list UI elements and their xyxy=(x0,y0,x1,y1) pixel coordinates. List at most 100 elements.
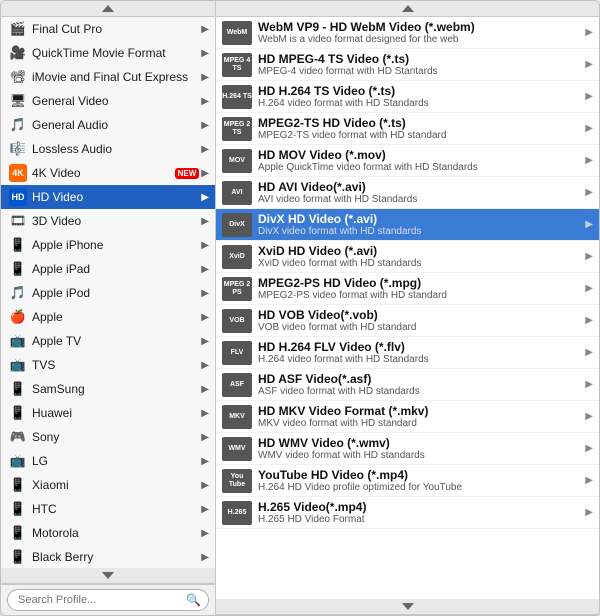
search-input[interactable] xyxy=(7,589,209,611)
right-item-subtitle-wmv: WMV video format with HD standards xyxy=(258,450,582,461)
right-item-subtitle-h265: H.265 HD Video Format xyxy=(258,514,582,525)
arrow-icon-huawei: ▶ xyxy=(201,408,209,419)
left-item-general-video[interactable]: 🖥General Video▶ xyxy=(1,89,215,113)
left-item-label-imovie: iMovie and Final Cut Express xyxy=(32,70,199,84)
arrow-icon-motorola: ▶ xyxy=(201,528,209,539)
thumb-flv: FLV xyxy=(222,341,252,365)
left-item-apple[interactable]: 🍎Apple▶ xyxy=(1,305,215,329)
left-item-label-lg: LG xyxy=(32,454,199,468)
item-icon-tvs: 📺 xyxy=(9,356,27,374)
thumb-mpeg4-ts: MPEG 4 TS xyxy=(222,53,252,77)
arrow-icon-wmv: ▶ xyxy=(585,443,593,454)
item-icon-lossless-audio: 🎼 xyxy=(9,140,27,158)
left-item-hd-video[interactable]: HDHD Video▶ xyxy=(1,185,215,209)
right-item-mov[interactable]: MOVHD MOV Video (*.mov)Apple QuickTime v… xyxy=(216,145,599,177)
arrow-icon-xiaomi: ▶ xyxy=(201,480,209,491)
left-item-samsung[interactable]: 📱SamSung▶ xyxy=(1,377,215,401)
left-item-apple-ipod[interactable]: 🎵Apple iPod▶ xyxy=(1,281,215,305)
left-item-imovie[interactable]: 📽iMovie and Final Cut Express▶ xyxy=(1,65,215,89)
arrow-icon-apple-iphone: ▶ xyxy=(201,240,209,251)
right-item-title-h265: H.265 Video(*.mp4) xyxy=(258,500,582,514)
right-panel-up-button[interactable] xyxy=(216,1,599,17)
right-item-xvid[interactable]: XviDXviD HD Video (*.avi)XviD video form… xyxy=(216,241,599,273)
left-item-3d-video[interactable]: 🎞3D Video▶ xyxy=(1,209,215,233)
right-item-h265[interactable]: H.265H.265 Video(*.mp4)H.265 HD Video Fo… xyxy=(216,497,599,529)
right-item-title-mpeg4-ts: HD MPEG-4 TS Video (*.ts) xyxy=(258,52,582,66)
left-item-apple-iphone[interactable]: 📱Apple iPhone▶ xyxy=(1,233,215,257)
thumb-vob: VOB xyxy=(222,309,252,333)
left-item-label-apple-ipod: Apple iPod xyxy=(32,286,199,300)
left-item-lossless-audio[interactable]: 🎼Lossless Audio▶ xyxy=(1,137,215,161)
right-item-mkv[interactable]: MKVHD MKV Video Format (*.mkv)MKV video … xyxy=(216,401,599,433)
left-item-xiaomi[interactable]: 📱Xiaomi▶ xyxy=(1,473,215,497)
left-item-htc[interactable]: 📱HTC▶ xyxy=(1,497,215,521)
item-icon-final-cut-pro: 🎬 xyxy=(9,20,27,38)
arrow-icon-mov: ▶ xyxy=(585,155,593,166)
arrow-icon-general-video: ▶ xyxy=(201,96,209,107)
item-icon-apple-tv: 📺 xyxy=(9,332,27,350)
left-item-4k-video[interactable]: 4K4K VideoNEW▶ xyxy=(1,161,215,185)
item-icon-lg: 📺 xyxy=(9,452,27,470)
left-item-label-final-cut-pro: Final Cut Pro xyxy=(32,22,199,36)
left-item-label-hd-video: HD Video xyxy=(32,190,199,204)
left-item-apple-ipad[interactable]: 📱Apple iPad▶ xyxy=(1,257,215,281)
arrow-icon-lg: ▶ xyxy=(201,456,209,467)
left-item-quicktime[interactable]: 🎥QuickTime Movie Format▶ xyxy=(1,41,215,65)
item-icon-4k-video: 4K xyxy=(9,164,27,182)
arrow-icon-hd-video: ▶ xyxy=(201,192,209,203)
left-item-label-samsung: SamSung xyxy=(32,382,199,396)
right-item-avi[interactable]: AVIHD AVI Video(*.avi)AVI video format w… xyxy=(216,177,599,209)
left-item-tvs[interactable]: 📺TVS▶ xyxy=(1,353,215,377)
right-panel-down-button[interactable] xyxy=(216,599,599,615)
item-icon-general-audio: 🎵 xyxy=(9,116,27,134)
arrow-icon-webm: ▶ xyxy=(585,27,593,38)
right-item-asf[interactable]: ASFHD ASF Video(*.asf)ASF video format w… xyxy=(216,369,599,401)
thumb-xvid: XviD xyxy=(222,245,252,269)
arrow-icon-youtube: ▶ xyxy=(585,475,593,486)
left-panel-down-button[interactable] xyxy=(1,568,215,584)
right-item-vob[interactable]: VOBHD VOB Video(*.vob)VOB video format w… xyxy=(216,305,599,337)
right-item-subtitle-asf: ASF video format with HD standards xyxy=(258,386,582,397)
arrow-icon-imovie: ▶ xyxy=(201,72,209,83)
right-item-subtitle-vob: VOB video format with HD standard xyxy=(258,322,582,333)
left-item-huawei[interactable]: 📱Huawei▶ xyxy=(1,401,215,425)
right-item-subtitle-webm: WebM is a video format designed for the … xyxy=(258,34,582,45)
thumb-mpeg2-ps: MPEG 2 PS xyxy=(222,277,252,301)
arrow-icon-mpeg2-ps: ▶ xyxy=(585,283,593,294)
right-item-title-mpeg2-ts: MPEG2-TS HD Video (*.ts) xyxy=(258,116,582,130)
right-item-subtitle-avi: AVI video format with HD Standards xyxy=(258,194,582,205)
right-item-wmv[interactable]: WMVHD WMV Video (*.wmv)WMV video format … xyxy=(216,433,599,465)
item-icon-apple-ipod: 🎵 xyxy=(9,284,27,302)
left-item-sony[interactable]: 🎮Sony▶ xyxy=(1,425,215,449)
left-item-lg[interactable]: 📺 LG▶ xyxy=(1,449,215,473)
arrow-icon-divx: ▶ xyxy=(585,219,593,230)
item-icon-apple-ipad: 📱 xyxy=(9,260,27,278)
item-icon-general-video: 🖥 xyxy=(9,92,27,110)
arrow-icon-h264-ts: ▶ xyxy=(585,91,593,102)
right-item-webm[interactable]: WebMWebM VP9 - HD WebM Video (*.webm)Web… xyxy=(216,17,599,49)
right-item-title-flv: HD H.264 FLV Video (*.flv) xyxy=(258,340,582,354)
thumb-h264-ts: H.264 TS xyxy=(222,85,252,109)
left-panel-up-button[interactable] xyxy=(1,1,215,17)
arrow-icon-samsung: ▶ xyxy=(201,384,209,395)
right-item-subtitle-flv: H.264 video format with HD Standards xyxy=(258,354,582,365)
thumb-wmv: WMV xyxy=(222,437,252,461)
left-item-apple-tv[interactable]: 📺Apple TV▶ xyxy=(1,329,215,353)
right-item-mpeg2-ts[interactable]: MPEG 2 TSMPEG2-TS HD Video (*.ts)MPEG2-T… xyxy=(216,113,599,145)
left-item-motorola[interactable]: 📱Motorola▶ xyxy=(1,521,215,545)
right-item-youtube[interactable]: You TubeYouTube HD Video (*.mp4)H.264 HD… xyxy=(216,465,599,497)
left-item-general-audio[interactable]: 🎵General Audio▶ xyxy=(1,113,215,137)
right-item-mpeg2-ps[interactable]: MPEG 2 PSMPEG2-PS HD Video (*.mpg)MPEG2-… xyxy=(216,273,599,305)
right-item-title-mov: HD MOV Video (*.mov) xyxy=(258,148,582,162)
left-item-final-cut-pro[interactable]: 🎬Final Cut Pro▶ xyxy=(1,17,215,41)
arrow-icon-mpeg2-ts: ▶ xyxy=(585,123,593,134)
right-item-mpeg4-ts[interactable]: MPEG 4 TSHD MPEG-4 TS Video (*.ts)MPEG-4… xyxy=(216,49,599,81)
right-item-divx[interactable]: DivXDivX HD Video (*.avi)DivX video form… xyxy=(216,209,599,241)
right-item-title-mpeg2-ps: MPEG2-PS HD Video (*.mpg) xyxy=(258,276,582,290)
right-item-h264-ts[interactable]: H.264 TSHD H.264 TS Video (*.ts)H.264 vi… xyxy=(216,81,599,113)
item-icon-3d-video: 🎞 xyxy=(9,212,27,230)
left-item-blackberry[interactable]: 📱Black Berry▶ xyxy=(1,545,215,568)
right-item-title-webm: WebM VP9 - HD WebM Video (*.webm) xyxy=(258,20,582,34)
item-icon-apple-iphone: 📱 xyxy=(9,236,27,254)
right-item-flv[interactable]: FLV HD H.264 FLV Video (*.flv)H.264 video… xyxy=(216,337,599,369)
